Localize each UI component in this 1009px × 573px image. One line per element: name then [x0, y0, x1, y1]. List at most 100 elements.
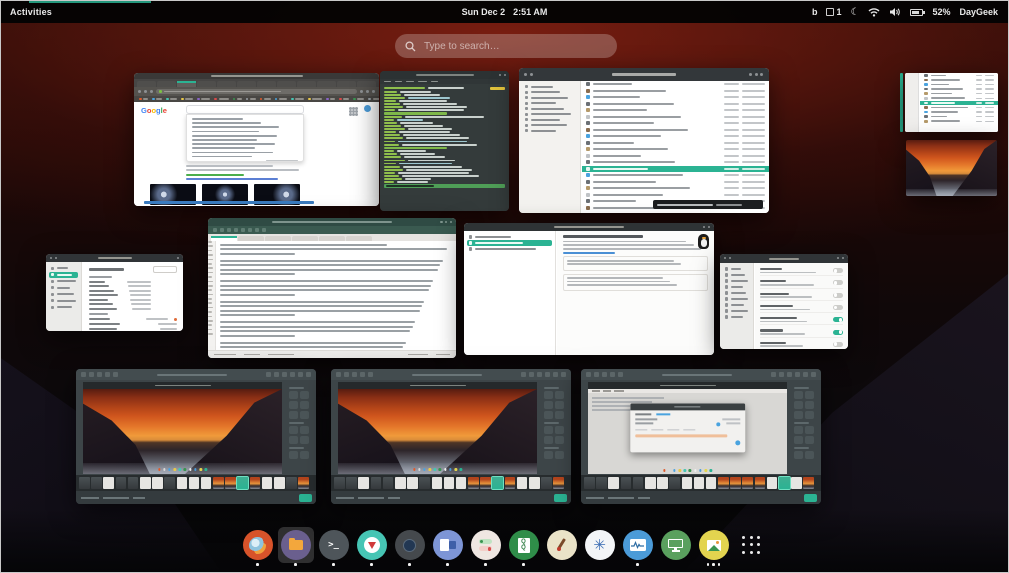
- tool-button[interactable]: [794, 451, 803, 459]
- apps-grid-icon[interactable]: [349, 107, 357, 115]
- browser-toolbar[interactable]: [134, 87, 379, 96]
- image-viewer-launcher[interactable]: [699, 530, 729, 566]
- filmstrip-thumbnail[interactable]: [553, 477, 564, 489]
- tool-button[interactable]: [544, 401, 553, 409]
- screen-share-launcher[interactable]: [661, 530, 691, 566]
- filmstrip-thumbnail[interactable]: [346, 477, 357, 489]
- tweaks-launcher[interactable]: [471, 530, 501, 566]
- system-settings-launcher[interactable]: [395, 530, 425, 566]
- screenshot-editor-window-2[interactable]: [331, 369, 571, 504]
- tool-button[interactable]: [794, 411, 803, 419]
- filmstrip[interactable]: [76, 475, 316, 491]
- filmstrip-thumbnail-selected[interactable]: [492, 477, 503, 489]
- screen-share-icon[interactable]: [661, 530, 691, 560]
- page-bottom-link[interactable]: [144, 201, 314, 204]
- url-bar[interactable]: [156, 89, 357, 94]
- bookmark-item[interactable]: [181, 98, 193, 101]
- image-viewer-icon[interactable]: [699, 530, 729, 560]
- filmstrip-thumbnail[interactable]: [706, 477, 717, 489]
- tool-button[interactable]: [794, 391, 803, 399]
- screenshot-canvas[interactable]: [588, 382, 787, 474]
- notes-icon[interactable]: [433, 530, 463, 560]
- filmstrip-thumbnail[interactable]: [395, 477, 406, 489]
- filmstrip-thumbnail[interactable]: [177, 477, 188, 489]
- tool-button[interactable]: [805, 411, 814, 419]
- filmstrip-thumbnail[interactable]: [334, 477, 345, 489]
- toggle-switch[interactable]: [833, 268, 843, 273]
- filmstrip-thumbnail[interactable]: [669, 477, 680, 489]
- editor-toolbar[interactable]: [208, 226, 456, 234]
- search-suggestion[interactable]: [192, 118, 243, 120]
- screenshot-editor-window-1[interactable]: [76, 369, 316, 504]
- editor-tabstrip[interactable]: [208, 234, 456, 241]
- bookmark-item[interactable]: [368, 98, 379, 101]
- filmstrip-thumbnail[interactable]: [213, 477, 224, 489]
- tweaks-settings-list[interactable]: [755, 263, 848, 349]
- bookmark-item[interactable]: [291, 98, 304, 101]
- tool-button[interactable]: [805, 391, 814, 399]
- sidebar-item[interactable]: [49, 291, 78, 298]
- night-light-icon[interactable]: ☾: [850, 7, 859, 18]
- tool-button[interactable]: [289, 426, 298, 434]
- bookmark-item[interactable]: [339, 98, 349, 101]
- tool-button[interactable]: [300, 436, 309, 444]
- tool-button[interactable]: [544, 436, 553, 444]
- filmstrip[interactable]: [331, 475, 571, 491]
- filmstrip-thumbnail[interactable]: [730, 477, 741, 489]
- bookmark-item[interactable]: [275, 98, 287, 101]
- tool-button[interactable]: [805, 451, 814, 459]
- tab[interactable]: [337, 81, 356, 87]
- filmstrip-thumbnail[interactable]: [608, 477, 619, 489]
- settings-toggles-window[interactable]: [720, 254, 848, 349]
- tweaks-icon[interactable]: [471, 530, 501, 560]
- editor-toolbar[interactable]: [76, 369, 316, 380]
- bookmark-icon[interactable]: [366, 90, 369, 93]
- profile-icon[interactable]: [372, 90, 375, 93]
- filmstrip-thumbnail[interactable]: [164, 477, 175, 489]
- tool-button[interactable]: [794, 401, 803, 409]
- filmstrip-thumbnail[interactable]: [505, 477, 516, 489]
- tool-button[interactable]: [805, 436, 814, 444]
- browser-page[interactable]: Google: [134, 102, 379, 206]
- bookmark-item[interactable]: [353, 98, 364, 101]
- toggle-switch[interactable]: [833, 330, 843, 335]
- tool-button[interactable]: [289, 391, 298, 399]
- filmstrip-thumbnail[interactable]: [201, 477, 212, 489]
- bookmark-item[interactable]: [214, 98, 228, 101]
- filmstrip-thumbnail[interactable]: [621, 477, 632, 489]
- tool-button[interactable]: [555, 401, 564, 409]
- content-link[interactable]: [563, 252, 615, 254]
- tool-button[interactable]: [300, 426, 309, 434]
- sidebar-item[interactable]: [523, 117, 576, 123]
- toggle-switch[interactable]: [833, 342, 843, 347]
- sidebar-item[interactable]: [49, 278, 78, 285]
- terminal-launcher[interactable]: >_: [319, 530, 349, 566]
- software-updater-icon[interactable]: [357, 530, 387, 560]
- keyboard-indicator[interactable]: b: [812, 7, 818, 17]
- tab[interactable]: [297, 81, 316, 87]
- username[interactable]: DayGeek: [959, 7, 998, 17]
- search-suggestion[interactable]: [192, 147, 255, 149]
- files-headerbar[interactable]: [519, 68, 769, 81]
- filmstrip-thumbnail[interactable]: [742, 477, 753, 489]
- filmstrip-thumbnail[interactable]: [79, 477, 90, 489]
- toggle-switch[interactable]: [833, 305, 843, 310]
- filmstrip[interactable]: [581, 475, 821, 491]
- tab[interactable]: [265, 236, 291, 241]
- filmstrip-thumbnail[interactable]: [262, 477, 273, 489]
- search-suggestion[interactable]: [192, 122, 261, 124]
- show-applications-launcher[interactable]: [737, 530, 767, 566]
- software-updater-launcher[interactable]: [357, 530, 387, 566]
- search-suggestion[interactable]: [192, 139, 257, 141]
- tool-panel[interactable]: [541, 382, 569, 474]
- bookmark-item[interactable]: [152, 98, 162, 101]
- battery-icon[interactable]: [910, 9, 923, 16]
- tool-button[interactable]: [544, 451, 553, 459]
- files-icon[interactable]: [281, 530, 311, 560]
- search-suggestion[interactable]: [192, 126, 279, 128]
- tab[interactable]: [197, 81, 216, 87]
- setting-row[interactable]: [760, 303, 843, 313]
- menu-icon[interactable]: [360, 90, 363, 93]
- tab[interactable]: [237, 81, 256, 87]
- tool-button[interactable]: [289, 451, 298, 459]
